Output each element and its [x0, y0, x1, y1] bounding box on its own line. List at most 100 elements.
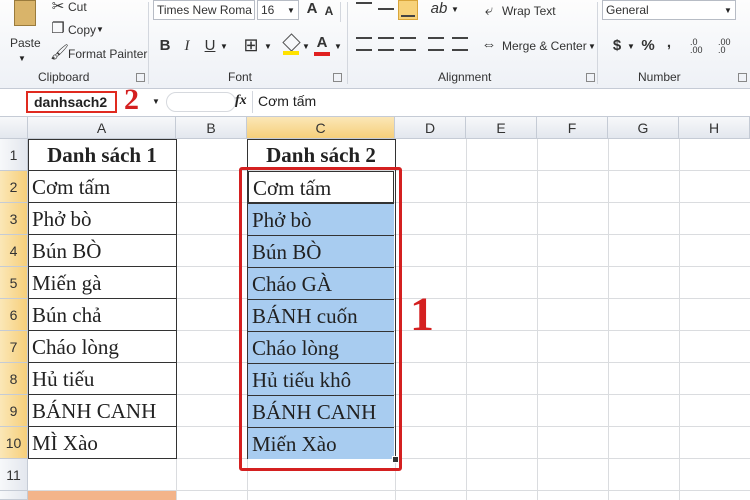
scissors-icon: ✂ [51, 0, 65, 15]
font-size-value: 16 [261, 3, 275, 17]
orientation-dropdown-icon[interactable]: ▼ [451, 5, 459, 14]
borders-icon[interactable]: ⊞ [242, 36, 260, 54]
align-right-icon[interactable] [400, 37, 416, 51]
column-header[interactable]: C [247, 117, 395, 139]
paste-button[interactable]: Paste [6, 0, 42, 52]
column-header[interactable]: A [28, 117, 176, 139]
underline-button[interactable]: U [203, 37, 217, 55]
row-header[interactable]: 7 [0, 331, 28, 363]
font-color-icon: A [316, 34, 328, 51]
cell-a4[interactable]: Bún BÒ [28, 235, 176, 267]
cell-a5[interactable]: Miến gà [28, 267, 176, 299]
alignment-launcher-icon[interactable] [586, 73, 595, 82]
separator [148, 2, 149, 84]
format-painter-label: Format Painter [68, 47, 148, 61]
shrink-font-button[interactable]: A [322, 2, 336, 20]
wrap-text-label: Wrap Text [502, 4, 556, 18]
gridline [608, 139, 609, 500]
separator [597, 2, 598, 84]
increase-decimal-icon[interactable]: .0.00 [690, 38, 703, 55]
row-header[interactable]: 4 [0, 235, 28, 267]
chevron-down-icon: ▼ [287, 6, 295, 15]
cell-a6[interactable]: Bún chả [28, 299, 176, 331]
paste-dropdown-icon[interactable]: ▼ [18, 54, 26, 63]
number-group-label: Number [638, 70, 681, 84]
copy-icon: ❐ [51, 20, 65, 37]
comma-button[interactable]: , [664, 34, 674, 52]
row-header[interactable]: 6 [0, 299, 28, 331]
fill-color-dropdown-icon[interactable]: ▼ [302, 42, 310, 51]
orientation-icon[interactable]: ab [430, 0, 448, 18]
gridline [679, 139, 680, 500]
currency-button[interactable]: $ [610, 37, 624, 55]
row-header[interactable]: 8 [0, 363, 28, 395]
font-size-select[interactable]: 16 ▼ [257, 0, 299, 20]
name-box-dropdown-icon[interactable]: ▼ [152, 97, 160, 106]
row-header[interactable]: 5 [0, 267, 28, 299]
currency-dropdown-icon[interactable]: ▼ [627, 42, 635, 51]
borders-dropdown-icon[interactable]: ▼ [264, 42, 272, 51]
align-top-icon[interactable] [356, 2, 372, 18]
cell-a8[interactable]: Hủ tiếu [28, 363, 176, 395]
paste-label: Paste [10, 36, 41, 50]
row-header[interactable] [0, 491, 28, 500]
cell-a10[interactable]: MÌ Xào [28, 427, 176, 459]
fill-color-icon[interactable] [282, 33, 301, 55]
decrease-indent-icon[interactable] [428, 37, 444, 51]
font-color-dropdown-icon[interactable]: ▼ [334, 42, 342, 51]
formula-input[interactable]: Cơm tấm [258, 93, 316, 109]
increase-indent-icon[interactable] [452, 37, 468, 51]
row-header[interactable]: 11 [0, 459, 28, 491]
merge-dropdown-icon: ▼ [588, 42, 596, 51]
column-header[interactable]: G [608, 117, 679, 139]
row-header[interactable]: 2 [0, 171, 28, 203]
cell-a7[interactable]: Cháo lòng [28, 331, 176, 363]
formula-bar: danhsach2 2 ▼ fx Cơm tấm [0, 85, 750, 117]
copy-dropdown-icon: ▼ [96, 25, 104, 34]
font-group-label: Font [228, 70, 253, 84]
cell-a9[interactable]: BÁNH CANH [28, 395, 176, 427]
name-box[interactable]: danhsach2 [26, 91, 117, 113]
number-format-select[interactable]: General ▼ [602, 0, 736, 20]
annotation-number-1: 1 [410, 288, 434, 341]
clipboard-launcher-icon[interactable] [136, 73, 145, 82]
cell-a3[interactable]: Phở bò [28, 203, 176, 235]
formula-bar-splitter[interactable] [166, 92, 236, 112]
underline-dropdown-icon[interactable]: ▼ [220, 42, 228, 51]
cell-a1[interactable]: Danh sách 1 [28, 139, 176, 171]
column-header[interactable]: D [395, 117, 466, 139]
fx-icon[interactable]: fx [235, 93, 247, 109]
number-launcher-icon[interactable] [738, 73, 747, 82]
decrease-decimal-icon[interactable]: .00.0 [718, 38, 731, 55]
percent-button[interactable]: % [640, 37, 656, 55]
paintbrush-icon: 🖌 [50, 44, 70, 61]
italic-button[interactable]: I [180, 37, 194, 55]
chevron-down-icon: ▼ [724, 6, 732, 15]
fill-handle[interactable] [392, 456, 399, 463]
gridline [466, 139, 467, 500]
align-middle-icon[interactable] [378, 2, 394, 16]
separator [347, 2, 348, 84]
column-header[interactable]: H [679, 117, 750, 139]
column-header[interactable]: F [537, 117, 608, 139]
merge-icon: ⇔ [481, 36, 497, 53]
row-header[interactable]: 10 [0, 427, 28, 459]
align-center-icon[interactable] [378, 37, 394, 51]
font-launcher-icon[interactable] [333, 73, 342, 82]
cell-a2[interactable]: Cơm tấm [28, 171, 176, 203]
bold-button[interactable]: B [158, 37, 172, 55]
wrap-text-icon: ⤶ [484, 2, 494, 19]
row-header[interactable]: 1 [0, 139, 28, 171]
row-header[interactable]: 9 [0, 395, 28, 427]
font-name-select[interactable]: Times New Roma [153, 0, 255, 20]
font-name-value: Times New Roma [157, 3, 252, 17]
grow-font-button[interactable]: A [304, 0, 320, 18]
column-header[interactable]: E [466, 117, 537, 139]
row-header[interactable]: 3 [0, 203, 28, 235]
align-left-icon[interactable] [356, 37, 372, 51]
align-bottom-icon[interactable] [398, 0, 418, 20]
font-color-button[interactable]: A [314, 34, 330, 56]
column-header[interactable]: B [176, 117, 247, 139]
separator [252, 91, 253, 113]
select-all-corner[interactable] [0, 117, 28, 139]
